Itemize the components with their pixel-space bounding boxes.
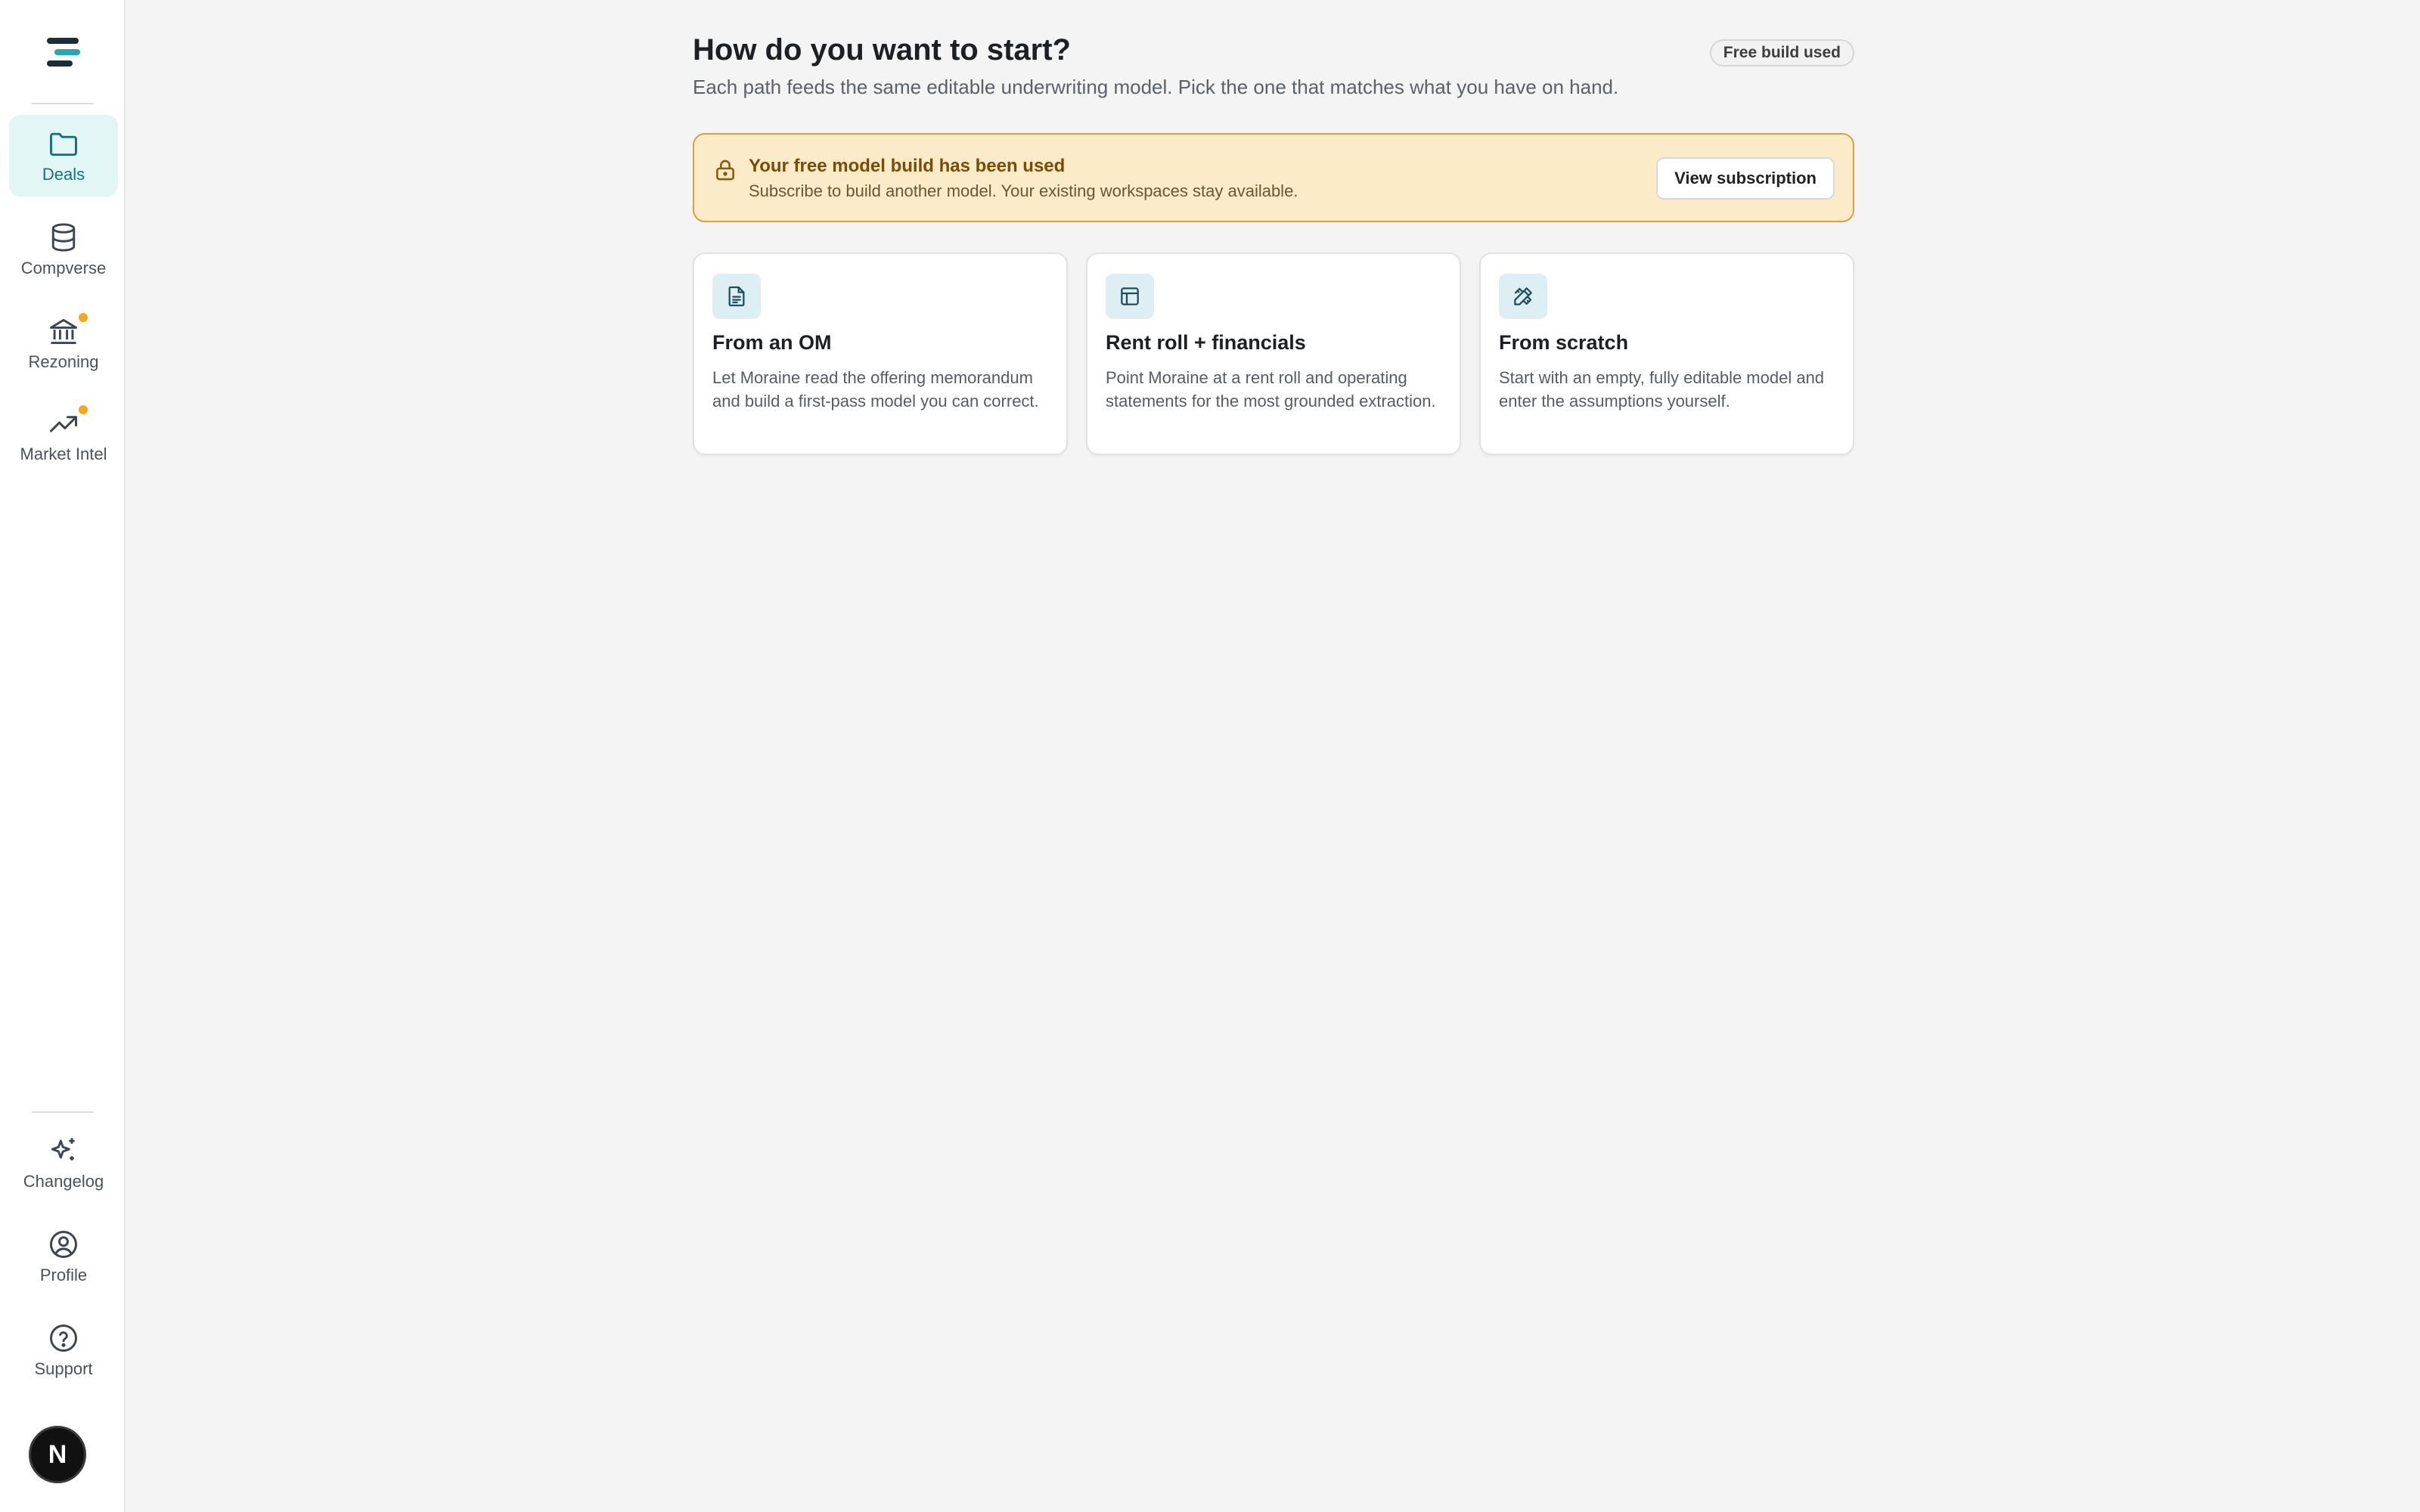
option-card-from-om[interactable]: From an OM Let Moraine read the offering…: [693, 253, 1068, 455]
option-description: Start with an empty, fully editable mode…: [1499, 368, 1825, 411]
sparkles-icon: [51, 1138, 75, 1160]
pencil-ruler-icon: [1499, 274, 1547, 319]
sidebar-item-compverse[interactable]: Compverse: [9, 209, 118, 290]
bank-icon: [50, 318, 77, 345]
usage-alert-banner: Your free model build has been used Subs…: [693, 133, 1854, 222]
avatar[interactable]: N: [29, 1426, 86, 1483]
sidebar-divider: [32, 103, 94, 104]
sidebar-item-market-intel[interactable]: Market Intel: [9, 395, 118, 476]
option-title: From an OM: [712, 331, 832, 354]
sidebar: Deals Compverse Rezoning Market Intel Ch…: [0, 0, 126, 1512]
trending-up-icon: [50, 416, 77, 432]
option-card-rent-roll[interactable]: Rent roll + financials Point Moraine at …: [1086, 253, 1461, 455]
sidebar-item-label: Changelog: [23, 1172, 104, 1191]
status-badge: Free build used: [1709, 39, 1854, 67]
sidebar-item-rezoning[interactable]: Rezoning: [9, 302, 118, 384]
sidebar-item-changelog[interactable]: Changelog: [9, 1122, 118, 1204]
sidebar-item-profile[interactable]: Profile: [9, 1216, 118, 1297]
sidebar-divider: [32, 1111, 94, 1113]
sidebar-item-deals[interactable]: Deals: [9, 115, 118, 197]
option-description: Point Moraine at a rent roll and operati…: [1106, 368, 1436, 411]
app-logo-icon[interactable]: [44, 36, 82, 70]
option-title: From scratch: [1499, 331, 1629, 354]
sidebar-item-label: Support: [34, 1359, 93, 1378]
sidebar-item-support[interactable]: Support: [9, 1309, 118, 1391]
sidebar-item-label: Deals: [42, 165, 85, 184]
document-icon: [712, 274, 761, 319]
sidebar-item-label: Compverse: [20, 259, 107, 277]
page-subtitle: Each path feeds the same editable underw…: [693, 76, 1619, 98]
user-circle-icon: [50, 1231, 77, 1258]
folder-icon: [50, 132, 77, 156]
page-title: How do you want to start?: [693, 33, 1071, 67]
notification-dot: [79, 313, 88, 322]
view-subscription-button[interactable]: View subscription: [1656, 157, 1835, 200]
option-description: Let Moraine read the offering memorandum…: [712, 368, 1039, 411]
alert-title: Your free model build has been used: [749, 156, 1066, 176]
table-icon: [1106, 274, 1154, 319]
alert-text: Subscribe to build another model. Your e…: [749, 181, 1298, 200]
database-icon: [51, 223, 76, 252]
option-card-from-scratch[interactable]: From scratch Start with an empty, fully …: [1479, 253, 1854, 455]
option-title: Rent roll + financials: [1106, 331, 1306, 354]
sidebar-item-label: Profile: [39, 1266, 88, 1284]
sidebar-item-label: Market Intel: [20, 445, 107, 463]
notification-dot: [79, 405, 88, 414]
lock-icon: [716, 160, 734, 181]
help-circle-icon: [50, 1325, 77, 1352]
sidebar-item-label: Rezoning: [28, 352, 99, 371]
